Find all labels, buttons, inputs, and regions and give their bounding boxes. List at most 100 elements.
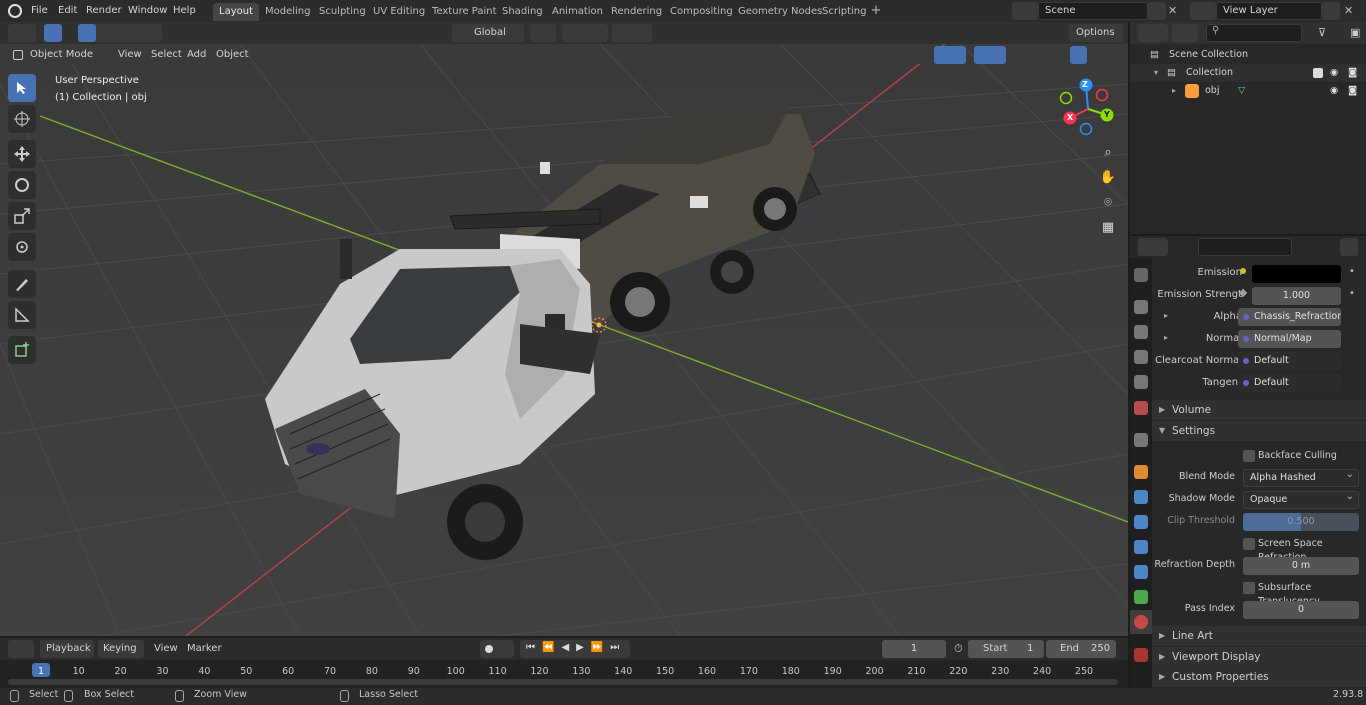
line-art-section[interactable]: ▶ Line Art [1152, 626, 1366, 646]
screen-space-refraction-checkbox[interactable]: Screen Space Refraction [1243, 537, 1366, 563]
custom-properties-section[interactable]: ▶ Custom Properties [1152, 667, 1366, 687]
backface-culling-checkbox[interactable]: Backface Culling [1243, 449, 1337, 463]
blend-mode-select[interactable]: Alpha Hashed [1243, 467, 1359, 487]
shadow-mode-select[interactable]: Opaque [1243, 489, 1359, 509]
outliner-search-input[interactable] [1206, 24, 1302, 42]
menu-file[interactable]: File [31, 3, 48, 19]
obj-expand-icon[interactable]: ▸ [1172, 82, 1176, 100]
object-properties-tab-icon[interactable] [1134, 465, 1148, 479]
camera-view-icon[interactable]: ⌾ [1096, 190, 1120, 214]
tab-layout[interactable]: Layout [213, 3, 259, 21]
gizmo-toggle-icon[interactable] [934, 46, 966, 64]
annotate-tool-icon[interactable] [8, 270, 36, 298]
emission-strength-keyframe-icon[interactable]: • [1349, 288, 1355, 299]
filter-icon[interactable]: ⊽ [1318, 26, 1326, 39]
playback-controls-icons[interactable]: ⏮⏪◀▶⏩⏭ [526, 642, 626, 653]
tool-properties-tab-icon[interactable] [1134, 268, 1148, 282]
menu-window[interactable]: Window [128, 3, 167, 19]
clearcoat-normal-field[interactable]: Default [1238, 352, 1341, 370]
move-tool-icon[interactable] [8, 140, 36, 168]
select-menu[interactable]: Select [151, 46, 182, 64]
view-menu[interactable]: View [118, 46, 142, 64]
select-box-tool-icon[interactable] [8, 74, 36, 102]
add-menu[interactable]: Add [187, 46, 206, 64]
emission-color-swatch[interactable] [1252, 265, 1341, 283]
3d-viewport[interactable] [0, 44, 1128, 636]
modifier-properties-tab-icon[interactable] [1134, 490, 1148, 504]
timeline-view-menu[interactable]: View [154, 640, 178, 658]
current-frame-field[interactable]: 1 [882, 640, 946, 658]
menu-edit[interactable]: Edit [58, 3, 77, 19]
collection-expand-icon[interactable]: ▾ [1154, 64, 1158, 82]
pass-index-field[interactable]: 0 [1243, 601, 1359, 619]
view-layer-selector-button[interactable] [1190, 2, 1216, 20]
scale-tool-icon[interactable] [8, 202, 36, 230]
collection-render-camera-icon[interactable]: ◙ [1348, 64, 1357, 82]
physics-properties-tab-icon[interactable] [1134, 540, 1148, 554]
alpha-expand-icon[interactable]: ▸ [1164, 311, 1168, 320]
collection-properties-tab-icon[interactable] [1134, 433, 1148, 447]
emission-strength-field[interactable]: 1.000 [1252, 287, 1341, 305]
alpha-row[interactable]: ▸ Alpha Chassis_Refraction_i... [1152, 308, 1366, 328]
tangent-field[interactable]: Default [1238, 374, 1341, 392]
transform-tool-icon[interactable] [8, 233, 36, 261]
constraints-properties-tab-icon[interactable] [1134, 565, 1148, 579]
pivot-point-icon[interactable] [530, 24, 556, 42]
checkbox-box[interactable] [1243, 450, 1255, 462]
add-workspace-icon[interactable]: + [869, 4, 883, 18]
scene-properties-tab-icon[interactable] [1134, 375, 1148, 389]
timeline-scrollbar[interactable] [8, 679, 1118, 685]
outliner-editor-type-button[interactable] [1138, 24, 1168, 42]
rotate-tool-icon[interactable] [8, 171, 36, 199]
refraction-depth-field[interactable]: 0 m [1243, 557, 1359, 575]
particles-properties-tab-icon[interactable] [1134, 515, 1148, 529]
clip-threshold-slider[interactable]: 0.500 [1243, 513, 1359, 531]
perspective-toggle-icon[interactable]: ▦ [1096, 215, 1120, 239]
material-properties-tab-icon[interactable] [1134, 615, 1148, 629]
scene-name-field[interactable]: Scene [1038, 2, 1148, 20]
tab-modeling[interactable]: Modeling [259, 3, 317, 21]
tab-scripting[interactable]: Scripting [816, 3, 872, 21]
tab-rendering[interactable]: Rendering [605, 3, 668, 21]
add-cube-tool-icon[interactable] [8, 336, 36, 364]
measure-tool-icon[interactable] [8, 301, 36, 329]
volume-section[interactable]: ▶ Volume [1152, 400, 1366, 420]
tab-texture-paint[interactable]: Texture Paint [426, 3, 503, 21]
texture-properties-tab-icon[interactable] [1134, 648, 1148, 662]
tab-uv-editing[interactable]: UV Editing [367, 3, 431, 21]
properties-options-button[interactable] [1340, 238, 1358, 256]
overlays-toggle-icon[interactable] [974, 46, 1006, 64]
tab-shading[interactable]: Shading [496, 3, 549, 21]
material-preview-shading-icon[interactable] [1070, 46, 1087, 64]
data-properties-tab-icon[interactable] [1134, 590, 1148, 604]
pan-hand-icon[interactable]: ✋ [1096, 165, 1120, 189]
subsurface-translucency-checkbox[interactable]: Subsurface Translucency [1243, 581, 1366, 607]
normal-expand-icon[interactable]: ▸ [1164, 333, 1168, 342]
collection-visibility-eye-icon[interactable]: ◉ [1330, 64, 1338, 82]
alpha-link-field[interactable]: Chassis_Refraction_i... [1238, 308, 1341, 326]
world-properties-tab-icon[interactable] [1134, 401, 1148, 415]
snapping-icon[interactable] [562, 24, 608, 42]
cursor-tool-icon[interactable] [8, 105, 36, 133]
render-properties-tab-icon[interactable] [1134, 300, 1148, 314]
outliner-display-mode-button[interactable] [1172, 24, 1198, 42]
normal-row[interactable]: ▸ Normal Normal/Map [1152, 330, 1366, 350]
menu-render[interactable]: Render [86, 3, 122, 19]
emission-strength-row[interactable]: Emission Strengt 1.000 • [1152, 286, 1366, 306]
outliner-row-scene-collection[interactable]: ▤ Scene Collection [1130, 46, 1366, 64]
blender-logo-icon[interactable] [8, 4, 22, 18]
obj-visibility-eye-icon[interactable]: ◉ [1330, 82, 1338, 100]
stopwatch-icon[interactable]: ⏱ [954, 642, 963, 656]
outliner-row-collection[interactable]: ▾ ▤ Collection ◉ ◙ [1130, 64, 1366, 82]
zoom-icon[interactable]: ⌕ [1096, 140, 1120, 164]
properties-editor-type-button[interactable] [1138, 238, 1168, 256]
tab-sculpting[interactable]: Sculpting [313, 3, 372, 21]
proportional-editing-icon[interactable] [612, 24, 652, 42]
selection-mode-new-icon[interactable] [78, 24, 96, 42]
delete-view-layer-icon[interactable]: ✕ [1344, 5, 1353, 16]
properties-search-input[interactable] [1198, 238, 1292, 256]
settings-section[interactable]: ▼ Settings [1152, 421, 1366, 441]
view-layer-name-field[interactable]: View Layer [1216, 2, 1322, 20]
new-collection-icon[interactable]: ▣ [1350, 26, 1360, 39]
tab-compositing[interactable]: Compositing [664, 3, 739, 21]
